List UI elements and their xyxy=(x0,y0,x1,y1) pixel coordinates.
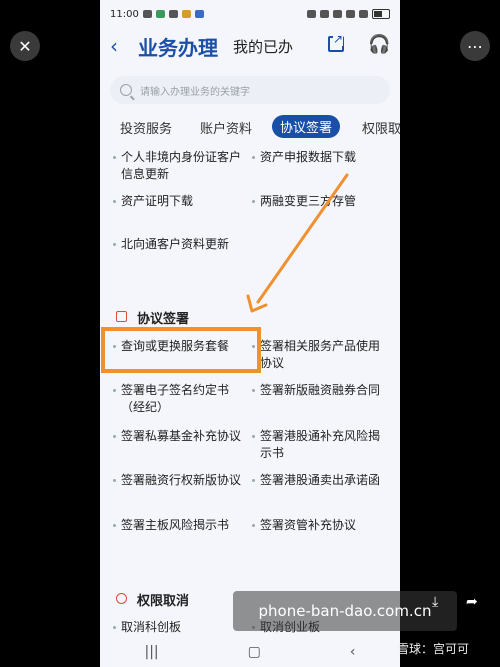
watermark: phone-ban-dao.com.cn xyxy=(233,591,457,631)
share-icon[interactable]: ➦ xyxy=(466,594,478,610)
brand-label: 雪球：宫可可 xyxy=(397,642,470,656)
annotation-arrow-icon xyxy=(246,173,349,313)
download-icon[interactable]: ⤓ xyxy=(432,594,438,610)
